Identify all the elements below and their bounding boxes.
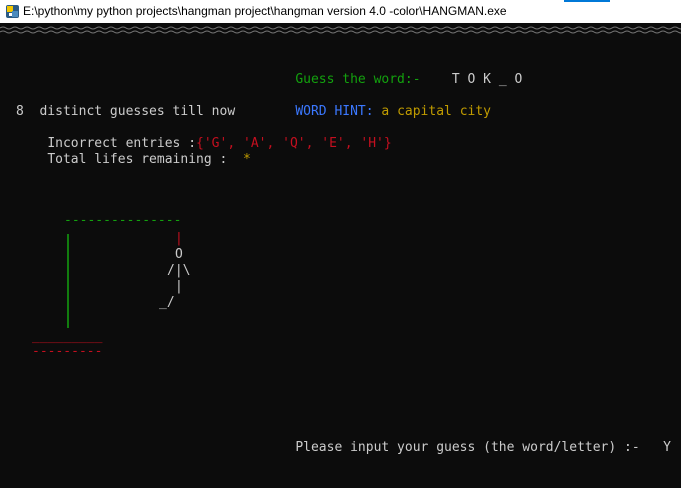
console-area[interactable]: Guess the word:- T O K _ O WORD HINT: a … bbox=[0, 23, 681, 488]
gallows-base-bottom: --------- bbox=[32, 344, 103, 359]
guess-input-line[interactable]: Please input your guess (the word/letter… bbox=[264, 424, 671, 472]
window-title: E:\python\my python projects\hangman pro… bbox=[23, 4, 507, 18]
guess-input-value[interactable]: Y bbox=[663, 440, 671, 455]
window-title-bar[interactable]: E:\python\my python projects\hangman pro… bbox=[0, 0, 681, 23]
python-app-icon bbox=[6, 5, 19, 18]
hangman-arms: /|\ bbox=[167, 263, 191, 278]
window-accent-strip bbox=[564, 0, 610, 2]
hangman-torso: | bbox=[175, 279, 183, 294]
hangman-head: O bbox=[175, 247, 183, 262]
gallows-base-top: _________ bbox=[32, 329, 103, 344]
hangman-rope: | bbox=[175, 231, 183, 246]
input-prompt: Please input your guess (the word/letter… bbox=[295, 440, 640, 455]
gallows-post-drawing bbox=[67, 234, 69, 328]
hangman-legs: _/ bbox=[159, 295, 175, 310]
